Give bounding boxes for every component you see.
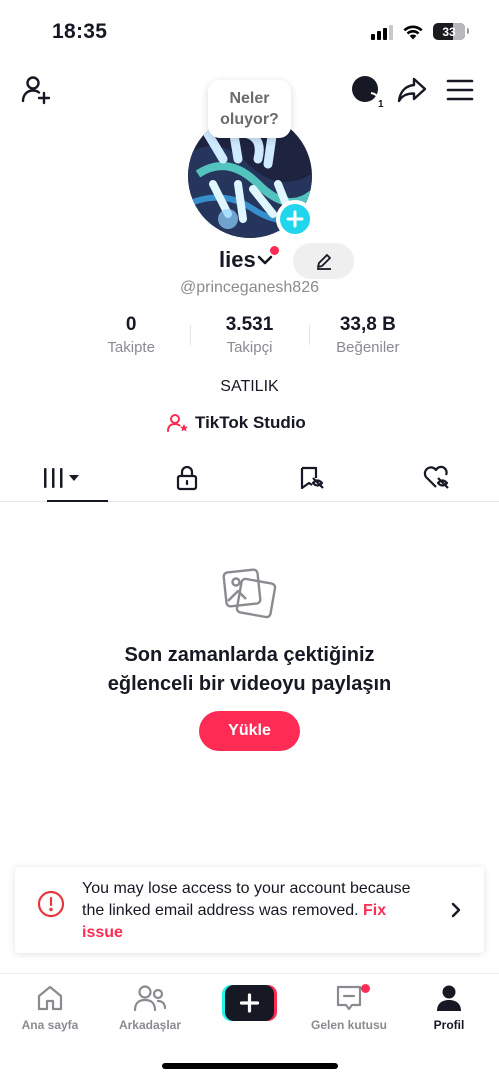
create-button[interactable] xyxy=(222,985,277,1021)
home-indicator xyxy=(162,1063,338,1069)
edit-profile-button[interactable] xyxy=(293,243,354,279)
lock-icon xyxy=(177,465,198,491)
empty-state-title: Son zamanlarda çektiğiniz eğlenceli bir … xyxy=(0,641,499,699)
video-grid-icon xyxy=(44,468,80,488)
tab-saved[interactable] xyxy=(250,455,375,501)
tab-videos[interactable] xyxy=(0,455,125,502)
friends-icon xyxy=(133,985,167,1012)
create-plus-icon xyxy=(222,985,277,1021)
stat-value: 0 xyxy=(125,314,137,335)
now-button[interactable]: 1 xyxy=(349,73,385,109)
tiktok-studio-link[interactable]: TikTok Studio xyxy=(167,411,306,435)
profile-bio: SATILIK xyxy=(220,378,279,395)
cellular-signal-icon xyxy=(371,24,393,40)
tab-liked[interactable] xyxy=(374,455,499,501)
username[interactable]: lies xyxy=(219,247,256,273)
profile-tabs xyxy=(0,455,499,502)
add-friend-button[interactable] xyxy=(18,72,54,108)
status-bar: 18:35 33 xyxy=(0,0,499,62)
user-handle: @princeganesh826 xyxy=(179,279,319,296)
inbox-notification-dot xyxy=(361,984,370,993)
status-time: 18:35 xyxy=(52,20,108,43)
add-person-icon xyxy=(21,76,51,105)
hamburger-menu-icon xyxy=(446,79,474,101)
nav-inbox-label: Gelen kutusu xyxy=(310,1018,387,1032)
warning-text: You may lose access to your account beca… xyxy=(82,878,422,944)
nav-inbox[interactable]: Gelen kutusu xyxy=(304,981,394,1032)
stat-likes[interactable]: 33,8 B Beğeniler xyxy=(308,313,427,363)
add-story-button[interactable] xyxy=(276,200,314,238)
name-row: lies xyxy=(0,242,499,280)
wifi-icon xyxy=(403,25,423,39)
empty-title-line2: eğlenceli bir videoyu paylaşın xyxy=(107,673,392,695)
stat-label: Beğeniler xyxy=(336,339,400,356)
pencil-icon xyxy=(316,254,331,270)
nav-home-label: Ana sayfa xyxy=(21,1018,79,1032)
alert-circle-icon xyxy=(37,890,65,918)
heart-hidden-icon xyxy=(423,465,449,489)
note-bubble-line1: Neler xyxy=(229,90,270,107)
now-camera-icon: 1 xyxy=(352,76,384,109)
inbox-message-icon xyxy=(336,985,362,1011)
nav-friends-label: Arkadaşlar xyxy=(118,1018,182,1032)
nav-profile-label: Profil xyxy=(433,1018,465,1032)
tab-private[interactable] xyxy=(125,455,250,501)
stat-label: Takipçi xyxy=(226,339,273,356)
empty-title-line1: Son zamanlarda çektiğiniz xyxy=(124,644,375,666)
share-arrow-icon xyxy=(397,77,427,103)
share-profile-button[interactable] xyxy=(395,73,429,107)
account-warning-banner[interactable]: You may lose access to your account beca… xyxy=(15,867,484,953)
stat-label: Takipte xyxy=(107,339,155,356)
stat-following[interactable]: 0 Takipte xyxy=(72,313,190,363)
nav-home[interactable]: Ana sayfa xyxy=(5,981,95,1032)
menu-button[interactable] xyxy=(443,73,477,107)
nav-profile[interactable]: Profil xyxy=(404,981,494,1032)
note-bubble-line2: oluyor? xyxy=(220,111,279,128)
warning-message: You may lose access to your account beca… xyxy=(82,880,411,919)
bookmark-hidden-icon xyxy=(300,466,324,490)
battery-icon: 33 xyxy=(433,23,469,40)
now-badge: 1 xyxy=(378,99,384,109)
home-icon xyxy=(37,985,63,1011)
note-bubble[interactable]: Neler oluyor? xyxy=(208,80,291,138)
stat-value: 3.531 xyxy=(225,314,274,335)
chevron-down-icon[interactable] xyxy=(256,254,274,266)
profile-person-icon xyxy=(437,985,461,1011)
profile-stats: 0 Takipte 3.531 Takipçi 33,8 B Beğeniler xyxy=(72,313,427,363)
nav-friends[interactable]: Arkadaşlar xyxy=(105,981,195,1032)
studio-label: TikTok Studio xyxy=(195,413,306,432)
status-icons: 33 xyxy=(371,23,469,40)
photos-icon xyxy=(222,568,277,619)
stat-value: 33,8 B xyxy=(339,314,396,335)
upload-button[interactable]: Yükle xyxy=(199,711,300,751)
battery-level: 33 xyxy=(442,24,456,39)
studio-person-star-icon xyxy=(167,414,188,432)
plus-icon xyxy=(286,210,304,228)
notification-dot xyxy=(270,246,279,255)
stat-followers[interactable]: 3.531 Takipçi xyxy=(190,313,308,363)
chevron-right-icon[interactable] xyxy=(450,901,462,919)
